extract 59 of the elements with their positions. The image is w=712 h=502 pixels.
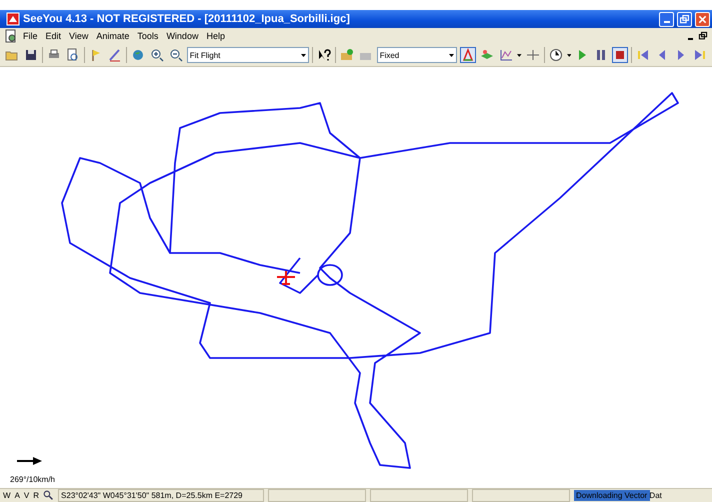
- menu-item[interactable]: Animate: [93, 30, 132, 42]
- minimize-button[interactable]: [659, 12, 674, 26]
- globe-icon: [130, 48, 145, 62]
- mode-dropdown[interactable]: Fixed: [376, 47, 458, 63]
- zoom-out-button[interactable]: [168, 47, 184, 63]
- zoom-in-icon: [150, 48, 164, 62]
- restore-button[interactable]: [677, 12, 692, 26]
- close-button[interactable]: [695, 12, 710, 26]
- menu-item[interactable]: Edit: [42, 30, 64, 42]
- zoom-out-icon: [168, 48, 183, 62]
- zoom-in-button[interactable]: [148, 47, 165, 63]
- minimize-icon: [688, 38, 693, 40]
- progress-text: Downloading Vector Dat: [575, 491, 662, 500]
- dropdown-arrow-icon: [449, 54, 454, 56]
- stop-button[interactable]: [612, 47, 628, 63]
- skip-start-icon: [636, 48, 650, 62]
- wind-arrow-icon: [17, 456, 43, 466]
- zoom-dropdown[interactable]: Fit Flight: [186, 47, 309, 63]
- menu-item[interactable]: File: [20, 30, 41, 42]
- dropdown-arrow-icon: [300, 54, 306, 56]
- restore-icon: [698, 30, 708, 42]
- dropdown-arrow-icon[interactable]: [517, 54, 522, 56]
- print-preview-icon: [66, 48, 80, 62]
- triangle-icon: [461, 48, 476, 62]
- chart-icon: [499, 48, 514, 62]
- pencil-button[interactable]: [106, 47, 123, 63]
- menu-item[interactable]: Tools: [134, 30, 162, 42]
- app-icon: [6, 12, 20, 26]
- ruler-icon: [526, 48, 540, 62]
- close-icon: [697, 14, 708, 24]
- document-icon: [4, 29, 18, 43]
- menu-item[interactable]: Window: [163, 30, 202, 42]
- window-title: SeeYou 4.13 - NOT REGISTERED - [20111102_Ipua_Sorbilli.igc]: [23, 13, 351, 25]
- minimize-icon: [664, 21, 670, 23]
- layer-toggle[interactable]: W: [3, 491, 11, 500]
- layer-toggle[interactable]: R: [33, 491, 40, 500]
- cursor-position: S23°02'43" W045°31'50" 581m, D=25.5km E=2729: [58, 489, 264, 502]
- clock-icon: [548, 48, 563, 62]
- glider-icon: [276, 270, 296, 286]
- skip-end-icon: [692, 48, 707, 62]
- wind-label: 269°/10km/h: [10, 475, 56, 484]
- save-icon: [24, 48, 38, 62]
- layer-toggle[interactable]: A: [14, 491, 20, 500]
- chart-button[interactable]: [498, 47, 514, 63]
- folder-add-button[interactable]: [338, 47, 355, 63]
- map-layers-icon: [480, 48, 494, 62]
- menu-item[interactable]: View: [66, 30, 92, 42]
- pencil-icon: [108, 48, 122, 62]
- menu-item[interactable]: Help: [203, 30, 228, 42]
- triangle-button[interactable]: [460, 47, 476, 63]
- dropdown-arrow-icon[interactable]: [566, 54, 572, 56]
- search-icon: [43, 490, 54, 501]
- clock-button[interactable]: [548, 47, 564, 63]
- ruler-button[interactable]: [524, 47, 541, 63]
- restore-icon: [679, 14, 690, 24]
- help-pointer-icon: [316, 48, 331, 62]
- layer-toggle[interactable]: V: [24, 491, 30, 500]
- save-button[interactable]: [23, 47, 39, 63]
- folder-add-icon: [340, 48, 354, 62]
